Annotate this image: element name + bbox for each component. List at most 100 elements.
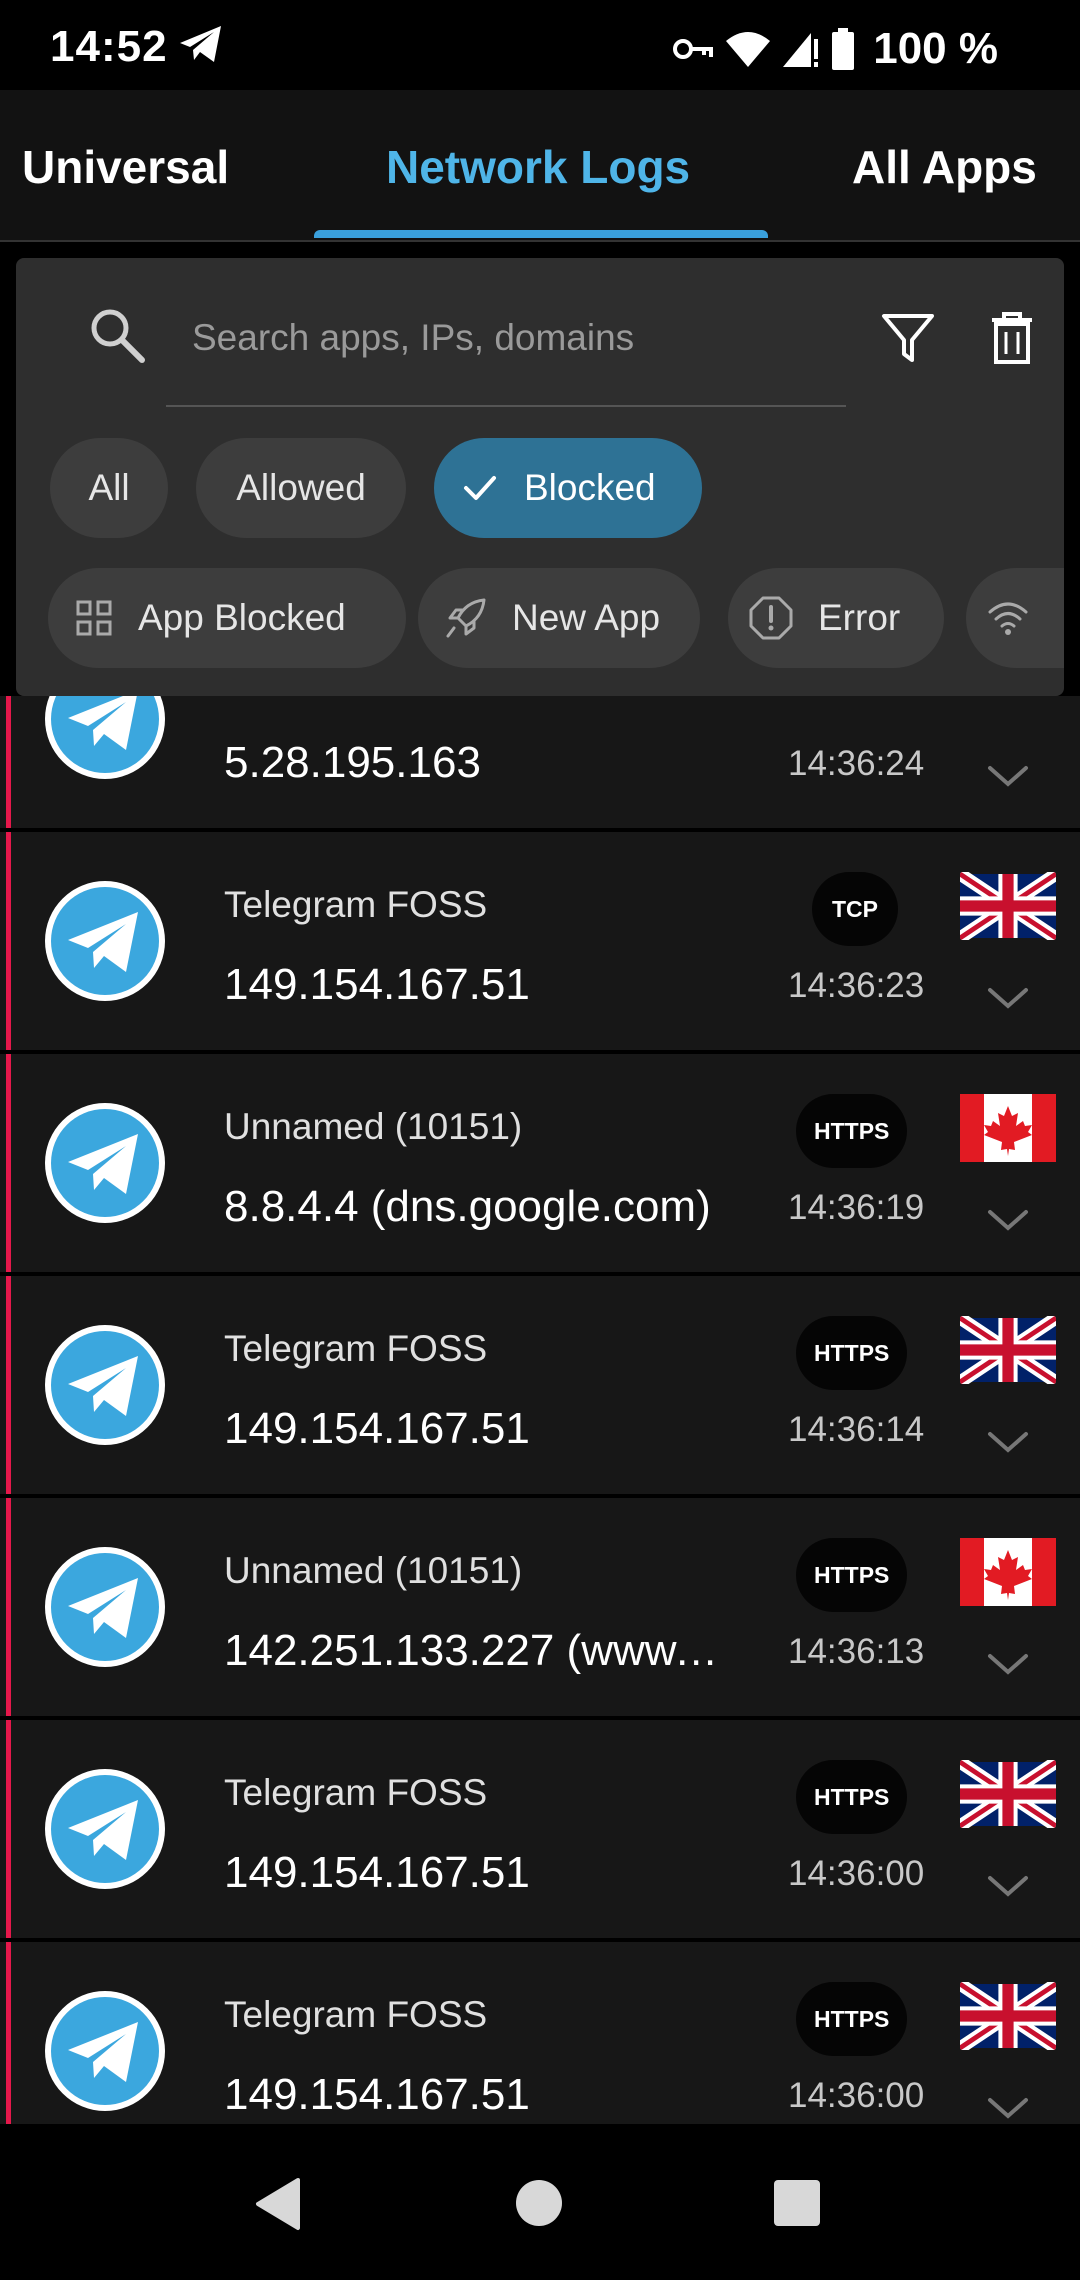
blocked-indicator [6, 832, 11, 1050]
chip-new-app[interactable]: New App [418, 568, 700, 668]
log-row[interactable]: Telegram FOSS 149.154.167.51 HTTPS 14:36… [0, 1720, 1080, 1938]
chip-app-blocked-label: App Blocked [138, 597, 346, 638]
log-app-name: Telegram FOSS [224, 1994, 488, 2035]
blocked-indicator [6, 696, 11, 828]
log-row[interactable]: Telegram FOSS 149.154.167.51 HTTPS 14:36… [0, 1942, 1080, 2124]
trash-icon[interactable] [982, 308, 1042, 368]
search-input[interactable] [192, 308, 832, 368]
chip-allowed-label: Allowed [236, 467, 366, 508]
log-ip: 149.154.167.51 [224, 960, 530, 1009]
chevron-down-icon[interactable] [986, 1874, 1030, 1900]
log-time: 14:36:13 [788, 1632, 925, 1671]
recents-icon[interactable] [774, 2180, 820, 2226]
chip-error-label: Error [818, 597, 901, 638]
blocked-indicator [6, 1054, 11, 1272]
tab-indicator [314, 230, 768, 238]
canada-flag-icon [960, 1094, 1056, 1162]
log-time: 14:36:00 [788, 2076, 925, 2115]
chip-app-blocked[interactable]: App Blocked [48, 568, 406, 668]
chevron-down-icon[interactable] [986, 764, 1030, 790]
wifi-icon [988, 602, 1028, 635]
protocol-badge: HTTPS [796, 1982, 908, 2056]
protocol-badge: HTTPS [796, 1316, 908, 1390]
uk-flag-icon [960, 1982, 1056, 2050]
log-row[interactable]: Telegram FOSS 149.154.167.51 HTTPS 14:36… [0, 1276, 1080, 1494]
chip-allowed[interactable]: Allowed [196, 438, 406, 538]
chip-all-label: All [88, 467, 130, 508]
chip-error[interactable]: Error [728, 568, 944, 668]
chip-blocked-label: Blocked [524, 467, 656, 508]
uk-flag-icon [960, 872, 1056, 940]
uk-flag-icon [960, 1316, 1056, 1384]
chevron-down-icon[interactable] [986, 986, 1030, 1012]
log-time: 14:36:14 [788, 1410, 925, 1449]
uk-flag-icon [960, 1760, 1056, 1828]
log-time: 14:36:24 [788, 744, 925, 783]
telegram-app-icon [45, 1103, 165, 1223]
tab-all-apps[interactable]: All Apps [852, 140, 1037, 194]
log-app-name: Unnamed (10151) [224, 1106, 523, 1147]
log-time: 14:36:19 [788, 1188, 925, 1227]
log-app-name: Unnamed (10151) [224, 1550, 523, 1591]
wifi-icon [726, 32, 771, 67]
log-list[interactable]: 5.28.195.163 14:36:24 Telegram FOSS 149.… [0, 696, 1080, 2124]
telegram-app-icon [45, 881, 165, 1001]
log-row[interactable]: Unnamed (10151) 142.251.133.227 (www.… H… [0, 1498, 1080, 1716]
protocol-badge: HTTPS [796, 1538, 908, 1612]
chevron-down-icon[interactable] [986, 1430, 1030, 1456]
log-ip: 8.8.4.4 (dns.google.com) [224, 1182, 711, 1231]
protocol-badge: HTTPS [796, 1094, 908, 1168]
home-icon[interactable] [516, 2180, 562, 2226]
tab-bar: Universal Network Logs All Apps [0, 90, 1080, 242]
back-icon[interactable] [254, 2176, 302, 2232]
log-ip: 5.28.195.163 [224, 738, 481, 787]
chevron-down-icon[interactable] [986, 1652, 1030, 1678]
log-ip: 149.154.167.51 [224, 1404, 530, 1453]
vpn-key-icon [673, 39, 714, 59]
tab-universal[interactable]: Universal [22, 140, 229, 194]
log-ip: 149.154.167.51 [224, 1848, 530, 1897]
log-ip: 142.251.133.227 (www.… [224, 1626, 724, 1675]
protocol-badge: HTTPS [796, 1760, 908, 1834]
log-app-name: Telegram FOSS [224, 1772, 488, 1813]
log-row[interactable]: Unnamed (10151) 8.8.4.4 (dns.google.com)… [0, 1054, 1080, 1272]
blocked-indicator [6, 1498, 11, 1716]
chip-blocked[interactable]: Blocked [434, 438, 702, 538]
blocked-indicator [6, 1720, 11, 1938]
log-app-name: Telegram FOSS [224, 1328, 488, 1369]
log-row[interactable]: Telegram FOSS 149.154.167.51 TCP 14:36:2… [0, 832, 1080, 1050]
rocket-icon [446, 598, 486, 638]
filter-panel: All Allowed Blocked App Blocked New App … [16, 258, 1064, 696]
canada-flag-icon [960, 1538, 1056, 1606]
chevron-down-icon[interactable] [986, 2096, 1030, 2122]
status-bar: 14:52 100 % [0, 0, 1080, 90]
tab-network-logs[interactable]: Network Logs [386, 140, 690, 194]
blocked-indicator [6, 1942, 11, 2124]
telegram-app-icon [45, 1769, 165, 1889]
search-icon [91, 309, 145, 363]
telegram-app-icon [45, 696, 165, 779]
log-time: 14:36:00 [788, 1854, 925, 1893]
check-icon [464, 476, 496, 500]
log-app-name: Telegram FOSS [224, 884, 488, 925]
chip-all[interactable]: All [50, 438, 168, 538]
chip-new-app-label: New App [512, 597, 661, 638]
protocol-badge: TCP [812, 872, 898, 946]
chevron-down-icon[interactable] [986, 1208, 1030, 1234]
log-time: 14:36:23 [788, 966, 925, 1005]
search-underline [166, 405, 846, 407]
telegram-app-icon [45, 1325, 165, 1445]
battery-icon [832, 28, 855, 70]
filter-icon[interactable] [878, 308, 938, 368]
battery-percent: 100 % [873, 24, 998, 73]
status-time: 14:52 [50, 22, 168, 71]
error-icon [749, 596, 793, 640]
telegram-app-icon [45, 1547, 165, 1667]
chip-wifi[interactable] [966, 568, 1064, 668]
log-row[interactable]: 5.28.195.163 14:36:24 [0, 696, 1080, 828]
cell-signal-icon [783, 33, 819, 67]
blocked-indicator [6, 1276, 11, 1494]
log-ip: 149.154.167.51 [224, 2070, 530, 2119]
system-nav-bar [0, 2124, 1080, 2280]
grid-icon [76, 600, 112, 636]
